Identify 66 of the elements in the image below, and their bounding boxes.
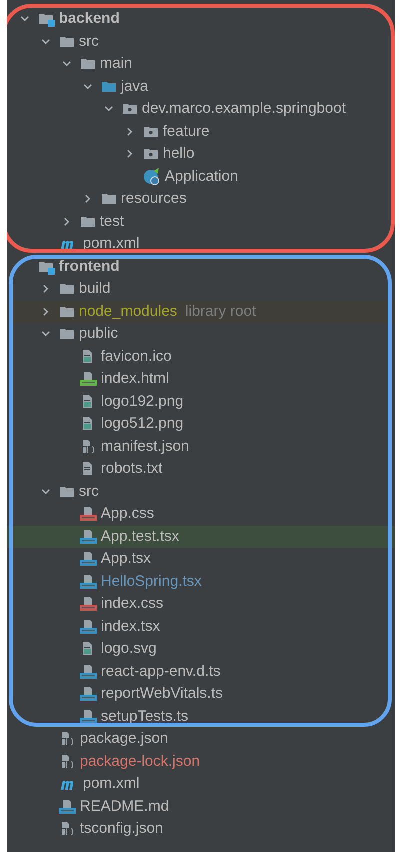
- json-file-icon: [59, 754, 76, 770]
- module-folder-icon: [38, 11, 55, 28]
- item-label: package.json: [80, 729, 168, 749]
- item-label: App.test.tsx: [101, 526, 180, 546]
- tsx-file-icon: [80, 528, 97, 545]
- item-label: node_modules: [79, 302, 178, 322]
- item-label: index.html: [101, 369, 170, 389]
- tsx-file-icon: [80, 618, 97, 635]
- tree-item[interactable]: node_modules library root: [7, 300, 395, 323]
- css-file-icon: [80, 596, 97, 612]
- item-label: hello: [163, 144, 195, 164]
- item-label: dev.marco.example.springboot: [142, 99, 346, 119]
- class-icon: [143, 168, 161, 186]
- item-label: src: [79, 482, 99, 502]
- json-file-icon: [80, 438, 97, 455]
- item-label: public: [79, 324, 118, 344]
- item-label: tsconfig.json: [80, 819, 164, 839]
- item-label: App.css: [101, 504, 154, 524]
- item-label: logo.svg: [101, 639, 157, 659]
- chevron-down-icon[interactable]: [41, 36, 51, 47]
- json-file-icon: [59, 731, 76, 748]
- chevron-right-icon[interactable]: [41, 306, 51, 317]
- item-label: feature: [163, 122, 210, 142]
- tree-item[interactable]: App.test.tsx: [7, 526, 395, 548]
- chevron-right-icon[interactable]: [41, 284, 51, 294]
- json-file-icon: [59, 821, 76, 838]
- item-label: logo512.png: [101, 414, 184, 434]
- item-label: java: [121, 76, 149, 96]
- item-label: robots.txt: [101, 459, 163, 479]
- chevron-right-icon[interactable]: [125, 149, 135, 160]
- chevron-right-icon[interactable]: [125, 126, 135, 137]
- item-label: src: [79, 32, 99, 52]
- css-file-icon: [80, 506, 97, 522]
- item-label: manifest.json: [101, 436, 190, 456]
- item-label: favicon.ico: [101, 346, 172, 366]
- tsx-file-icon: [80, 551, 97, 568]
- item-label: logo192.png: [101, 392, 184, 412]
- item-label: frontend: [59, 256, 120, 276]
- ts-file-icon: [80, 664, 97, 680]
- tsx-file-icon: [80, 574, 97, 590]
- item-label: resources: [121, 189, 187, 209]
- ts-file-icon: [80, 686, 97, 702]
- item-label: index.tsx: [101, 616, 160, 636]
- item-label: test: [100, 212, 124, 232]
- item-label: App.tsx: [101, 549, 152, 569]
- item-label: react-app-env.d.ts: [101, 662, 221, 682]
- item-label: package-lock.json: [80, 752, 200, 772]
- item-label: pom.xml: [83, 234, 140, 254]
- ts-file-icon: [80, 708, 97, 725]
- chevron-down-icon[interactable]: [83, 82, 93, 92]
- item-label: setupTests.ts: [101, 706, 189, 726]
- item-label: Application: [165, 166, 238, 186]
- item-label: build: [79, 279, 111, 299]
- item-label: backend: [59, 9, 120, 29]
- chevron-down-icon[interactable]: [41, 486, 51, 497]
- chevron-right-icon[interactable]: [83, 194, 93, 204]
- item-label: README.md: [80, 796, 170, 816]
- chevron-right-icon[interactable]: [62, 216, 72, 227]
- item-label: pom.xml: [83, 774, 140, 794]
- item-label: reportWebVitals.ts: [101, 684, 223, 704]
- item-label: main: [100, 54, 133, 74]
- item-label: HelloSpring.tsx: [101, 572, 202, 592]
- item-label: index.css: [101, 594, 164, 614]
- markdown-file-icon: [59, 798, 76, 815]
- note-label: library root: [185, 302, 256, 322]
- html-file-icon: [80, 371, 97, 388]
